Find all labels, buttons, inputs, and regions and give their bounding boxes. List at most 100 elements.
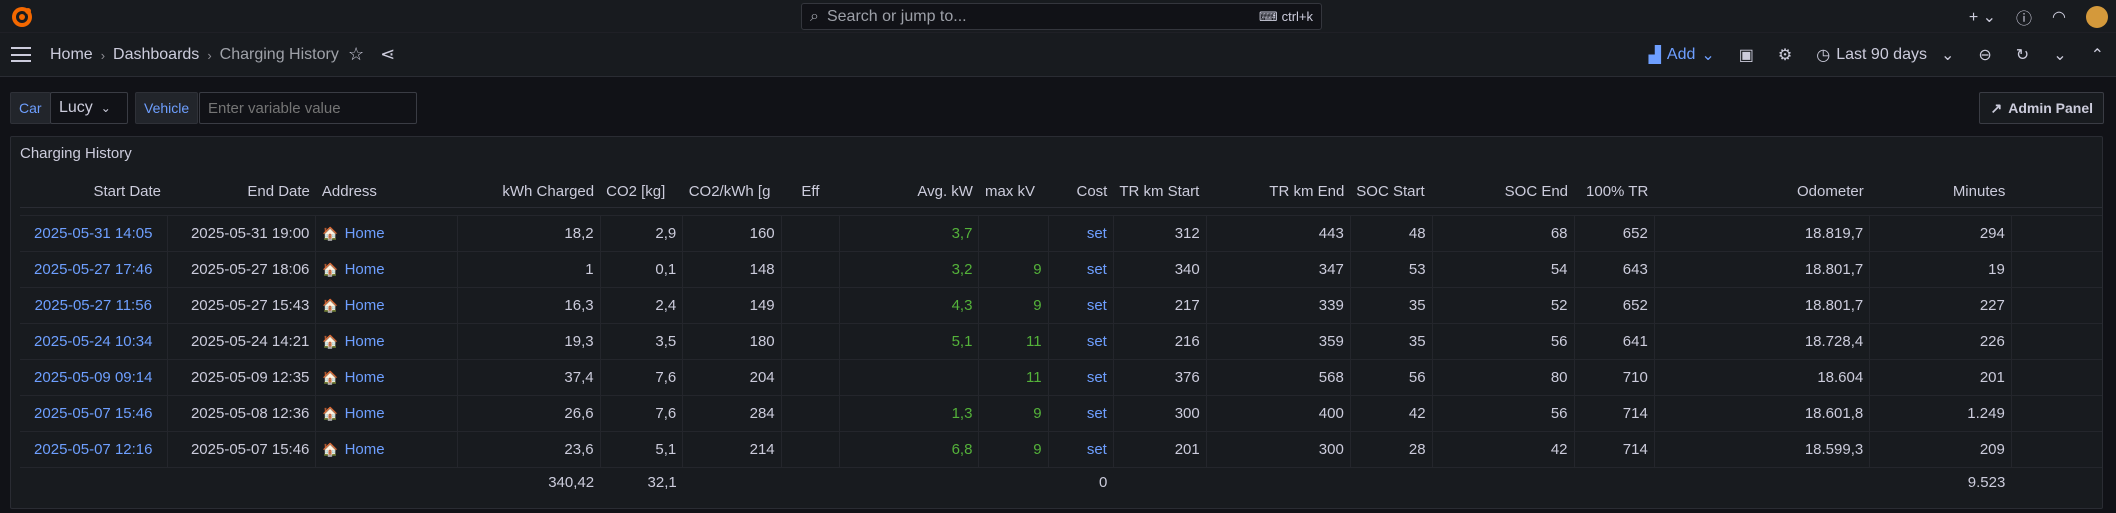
shortcut-hint: ⌨ ctrl+k	[1258, 8, 1313, 25]
footer-total-cell	[1574, 466, 1655, 497]
col-header[interactable]: TR km Start	[1113, 177, 1207, 208]
table-cell	[781, 215, 841, 252]
add-button[interactable]: ▟ Add ⌄	[1649, 45, 1715, 65]
footer-total-cell	[978, 466, 1049, 497]
grafana-logo-icon[interactable]	[10, 5, 34, 29]
table-cell: 400	[1206, 395, 1351, 432]
cost-set-link[interactable]: set	[1048, 251, 1114, 288]
table-cell: 48	[1350, 215, 1433, 252]
save-icon[interactable]: ▣	[1739, 45, 1754, 65]
address-link[interactable]: 🏠 Home	[315, 323, 459, 360]
start-date-link[interactable]: 2025-05-27 17:46	[20, 251, 168, 288]
table-cell: 42	[1432, 431, 1575, 468]
table-cell	[781, 395, 841, 432]
address-link[interactable]: 🏠 Home	[315, 287, 459, 324]
star-icon[interactable]: ☆	[348, 44, 364, 65]
col-header[interactable]: CO2/kWh [g	[682, 177, 782, 208]
table-cell: 216	[1113, 323, 1207, 360]
refresh-interval-chevron-icon[interactable]: ⌄	[2053, 45, 2066, 65]
col-header[interactable]: SOC Start	[1350, 177, 1433, 208]
col-header[interactable]: Eff	[781, 177, 840, 208]
table-cell: 68	[1432, 215, 1575, 252]
col-header[interactable]: Odometer	[1654, 177, 1870, 208]
table-row: 2025-05-27 11:56 2025-05-27 15:43 🏠 Home 16,…	[20, 287, 2102, 324]
cost-set-link[interactable]: set	[1048, 287, 1114, 324]
time-range-picker[interactable]: ◷ Last 90 days ⌄	[1816, 45, 1954, 65]
house-icon: 🏠	[322, 441, 339, 457]
col-header[interactable]: 100% TR	[1574, 177, 1655, 208]
address-link[interactable]: 🏠 Home	[315, 359, 459, 396]
chevron-right-icon: ›	[207, 47, 212, 63]
address-link[interactable]: 🏠 Home	[315, 395, 459, 432]
breadcrumb-dashboards[interactable]: Dashboards	[113, 46, 199, 64]
col-header[interactable]: max kV	[978, 177, 1049, 208]
table-cell: 312	[1113, 215, 1207, 252]
admin-panel-button[interactable]: ↗ Admin Panel	[1979, 92, 2104, 124]
start-date-link[interactable]: 2025-05-24 10:34	[20, 323, 168, 360]
table-cell: 56	[1432, 395, 1575, 432]
breadcrumb-home[interactable]: Home	[50, 46, 93, 64]
new-plus-icon[interactable]: + ⌄	[1969, 7, 1996, 27]
col-header[interactable]: CO2 [kg]	[600, 177, 683, 208]
start-date-link[interactable]: 2025-05-07 12:16	[20, 431, 168, 468]
vehicle-variable-label: Vehicle	[135, 92, 199, 124]
address-label: Home	[344, 404, 385, 422]
variables-bar: Car Lucy⌄ Vehicle ↗Admin Panel	[10, 92, 2116, 125]
share-icon[interactable]: ⋖	[380, 44, 395, 65]
panel-title: Charging History	[20, 145, 132, 162]
chevron-down-icon: ⌄	[100, 101, 111, 115]
address-link[interactable]: 🏠 Home	[315, 215, 459, 252]
table-cell: 7,6	[600, 395, 684, 432]
col-header[interactable]: Avg. kW	[839, 177, 979, 208]
start-date-link[interactable]: 2025-05-31 14:05	[20, 215, 168, 252]
house-icon: 🏠	[322, 225, 339, 241]
col-header[interactable]: Start Date	[20, 177, 168, 208]
start-date-link[interactable]: 2025-05-07 15:46	[20, 395, 168, 432]
news-rss-icon[interactable]: ◠	[2052, 7, 2066, 27]
menu-icon[interactable]	[11, 47, 31, 62]
collapse-chevron-up-icon[interactable]: ⌃	[2091, 45, 2104, 65]
refresh-icon[interactable]: ↻	[2016, 45, 2029, 65]
table-cell: 56	[1350, 359, 1433, 396]
car-select[interactable]: Lucy ⌄	[50, 92, 128, 124]
zoom-out-icon[interactable]: ⊖	[1978, 45, 1991, 65]
table-cell: 214	[682, 431, 782, 468]
col-header[interactable]: SOC End	[1432, 177, 1575, 208]
table-row: 2025-05-09 09:14 2025-05-09 12:35 🏠 Home 37,…	[20, 359, 2102, 396]
table-cell: 2,4	[600, 287, 684, 324]
search-bar[interactable]: ⌕ Search or jump to... ⌨ ctrl+k	[801, 3, 1322, 30]
col-header[interactable]: Minutes	[1869, 177, 2012, 208]
settings-icon[interactable]: ⚙	[1778, 45, 1792, 65]
table-cell: 18.599,3	[1654, 431, 1871, 468]
col-header[interactable]: Cost	[1048, 177, 1114, 208]
table-cell: 35	[1350, 287, 1433, 324]
search-placeholder: Search or jump to...	[826, 7, 967, 25]
col-header[interactable]: kWh Charged	[457, 177, 601, 208]
table-cell	[781, 251, 841, 288]
col-header[interactable]: End Date	[167, 177, 316, 208]
house-icon: 🏠	[322, 297, 339, 313]
cost-set-link[interactable]: set	[1048, 431, 1114, 468]
start-date-link[interactable]: 2025-05-09 09:14	[20, 359, 168, 396]
start-date-link[interactable]: 2025-05-27 11:56	[20, 287, 168, 324]
user-avatar[interactable]	[2086, 5, 2108, 28]
breadcrumb: Home › Dashboards › Charging History	[50, 46, 339, 64]
vehicle-input[interactable]	[199, 92, 417, 124]
address-link[interactable]: 🏠 Home	[315, 251, 459, 288]
col-header[interactable]: Address	[315, 177, 458, 208]
table-cell: 340	[1113, 251, 1207, 288]
table-cell: 18.801,7	[1654, 251, 1871, 288]
footer-spacer	[2011, 466, 2102, 497]
cost-set-link[interactable]: set	[1048, 215, 1114, 252]
cost-set-link[interactable]: set	[1048, 359, 1114, 396]
cost-set-link[interactable]: set	[1048, 395, 1114, 432]
address-label: Home	[344, 260, 385, 278]
address-link[interactable]: 🏠 Home	[315, 431, 459, 468]
breadcrumb-current: Charging History	[219, 46, 339, 63]
table-cell: 652	[1574, 215, 1655, 252]
table-cell: 28	[1350, 431, 1433, 468]
help-icon[interactable]: ⓘ	[2016, 5, 2032, 29]
table-cell: 201	[1869, 359, 2012, 396]
cost-set-link[interactable]: set	[1048, 323, 1114, 360]
col-header[interactable]: TR km End	[1206, 177, 1351, 208]
